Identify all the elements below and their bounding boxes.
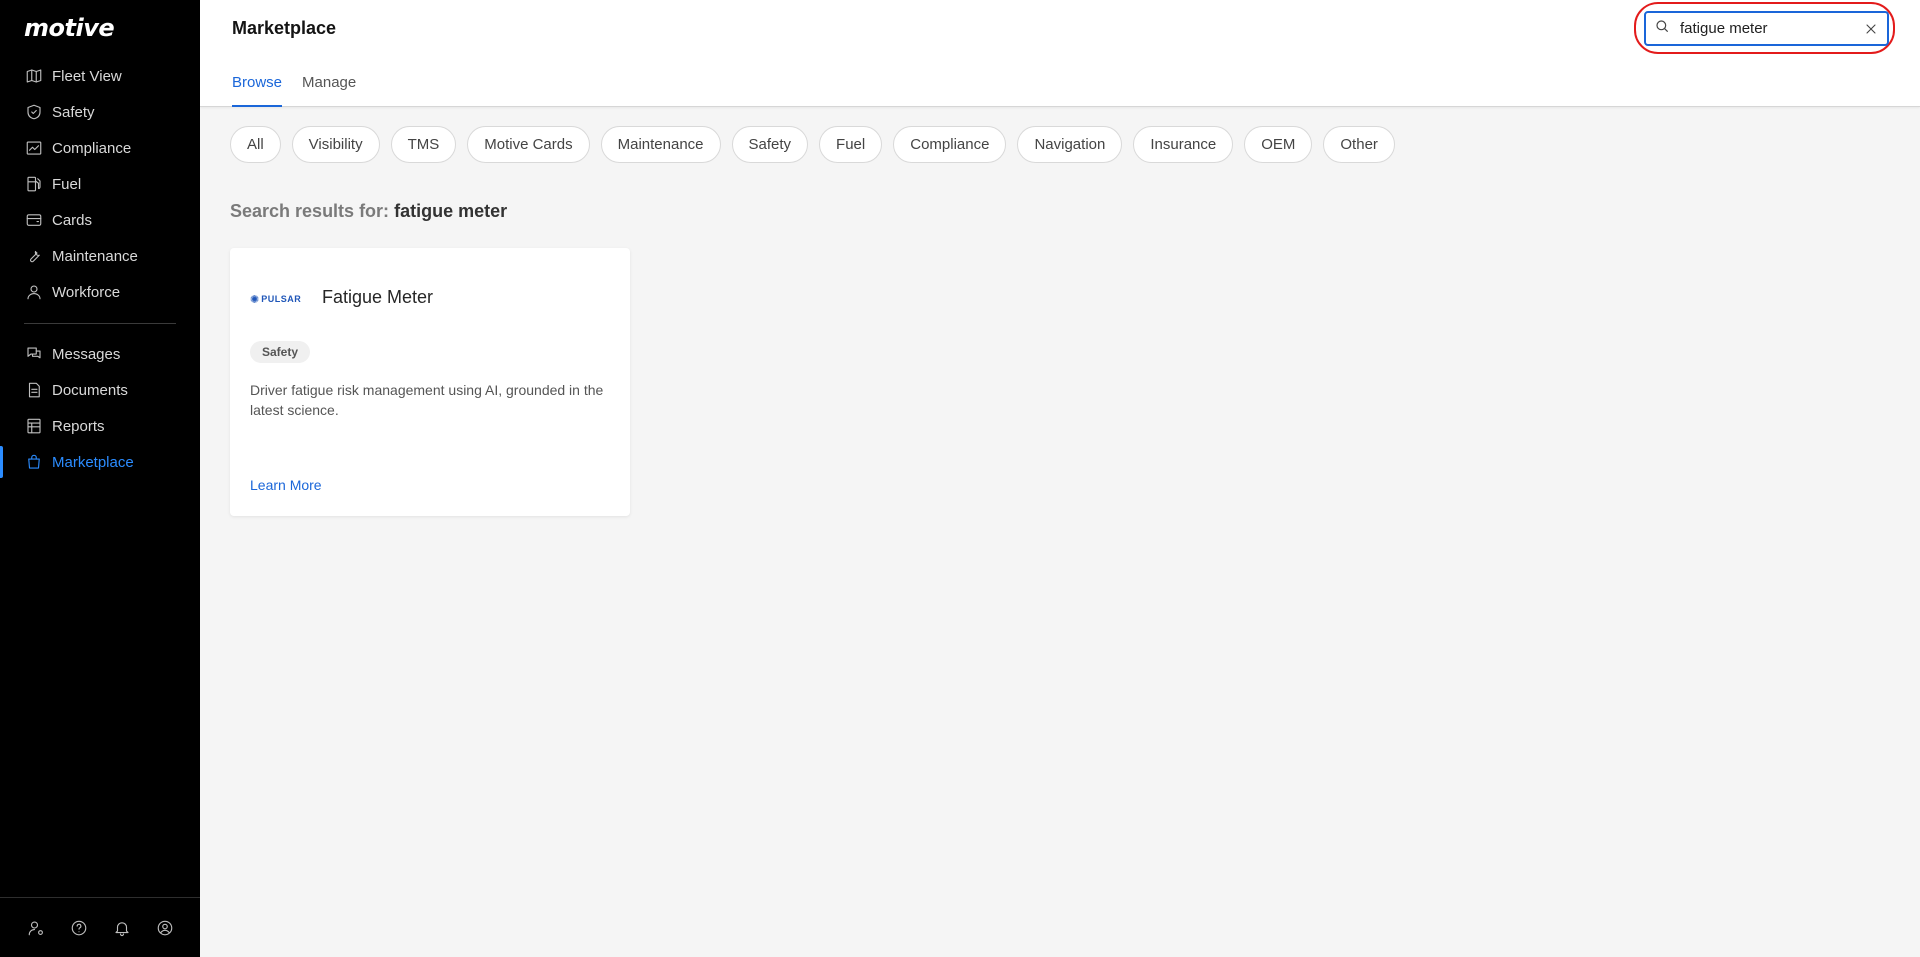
filter-chip-other[interactable]: Other [1323, 126, 1395, 163]
sidebar-item-workforce[interactable]: Workforce [0, 274, 200, 310]
fuel-pump-icon [24, 174, 44, 194]
account-icon[interactable] [153, 916, 177, 940]
tab-bar: Browse Manage [232, 70, 356, 107]
tab-manage[interactable]: Manage [302, 70, 356, 107]
sidebar: motive Fleet View Safety Compliance Fuel… [0, 0, 200, 957]
filter-chip-tms[interactable]: TMS [390, 126, 457, 163]
sidebar-item-label: Maintenance [52, 247, 138, 265]
wallet-icon [24, 210, 44, 230]
shopping-bag-icon [24, 452, 44, 472]
chat-icon [24, 344, 44, 364]
card-description: Driver fatigue risk management using AI,… [250, 382, 604, 418]
sparkle-icon: ✺ [250, 293, 260, 306]
search-icon [1654, 18, 1670, 39]
sidebar-item-marketplace[interactable]: Marketplace [0, 444, 200, 480]
shield-icon [24, 102, 44, 122]
document-icon [24, 380, 44, 400]
nav-divider [24, 323, 176, 324]
results-prefix: Search results for: [230, 201, 390, 221]
sidebar-item-cards[interactable]: Cards [0, 202, 200, 238]
card-logo-text: PULSAR [261, 294, 302, 304]
card-title: Fatigue Meter [322, 287, 434, 307]
chart-icon [24, 138, 44, 158]
sidebar-footer [0, 897, 200, 957]
sidebar-item-compliance[interactable]: Compliance [0, 130, 200, 166]
motive-logo[interactable]: motive [24, 14, 115, 42]
user-settings-icon[interactable] [24, 916, 48, 940]
secondary-nav: Messages Documents Reports Marketplace [0, 336, 200, 480]
learn-more-link[interactable]: Learn More [250, 477, 322, 493]
bell-icon[interactable] [110, 916, 134, 940]
clear-search-icon[interactable] [1863, 21, 1879, 37]
page-title: Marketplace [232, 18, 337, 38]
filter-chip-navigation[interactable]: Navigation [1017, 126, 1123, 163]
results-query: fatigue meter [394, 201, 508, 221]
map-icon [24, 66, 44, 86]
help-icon[interactable] [67, 916, 91, 940]
filter-chip-fuel[interactable]: Fuel [819, 126, 883, 163]
filter-chip-safety[interactable]: Safety [731, 126, 809, 163]
filter-chip-visibility[interactable]: Visibility [291, 126, 380, 163]
sidebar-item-label: Safety [52, 103, 95, 121]
table-icon [24, 416, 44, 436]
sidebar-item-fleet-view[interactable]: Fleet View [0, 58, 200, 94]
search-box[interactable] [1644, 11, 1889, 46]
filter-chip-all[interactable]: All [230, 126, 281, 163]
sidebar-item-messages[interactable]: Messages [0, 336, 200, 372]
app-card[interactable]: ✺ PULSAR Fatigue Meter Safety Driver fat… [230, 248, 630, 516]
sidebar-item-label: Compliance [52, 139, 132, 157]
primary-nav: Fleet View Safety Compliance Fuel Cards … [0, 58, 200, 310]
sidebar-item-label: Messages [52, 345, 121, 363]
category-badge: Safety [250, 341, 311, 363]
category-filters: All Visibility TMS Motive Cards Maintena… [230, 126, 1395, 163]
sidebar-item-documents[interactable]: Documents [0, 372, 200, 408]
person-icon [24, 282, 44, 302]
sidebar-item-maintenance[interactable]: Maintenance [0, 238, 200, 274]
sidebar-item-label: Fuel [52, 175, 82, 193]
sidebar-item-label: Fleet View [52, 67, 122, 85]
filter-chip-compliance[interactable]: Compliance [893, 126, 1007, 163]
tab-browse[interactable]: Browse [232, 70, 283, 107]
sidebar-item-label: Marketplace [52, 453, 134, 471]
wrench-icon [24, 246, 44, 266]
sidebar-item-safety[interactable]: Safety [0, 94, 200, 130]
sidebar-item-reports[interactable]: Reports [0, 408, 200, 444]
search-input[interactable] [1680, 20, 1850, 37]
sidebar-item-label: Cards [52, 211, 93, 229]
filter-chip-insurance[interactable]: Insurance [1133, 126, 1234, 163]
filter-chip-motive-cards[interactable]: Motive Cards [467, 126, 590, 163]
sidebar-item-label: Workforce [52, 283, 121, 301]
search-results-heading: Search results for: fatigue meter [230, 201, 507, 222]
sidebar-item-label: Documents [52, 381, 128, 399]
sidebar-item-label: Reports [52, 417, 105, 435]
filter-chip-oem[interactable]: OEM [1244, 126, 1313, 163]
logo-text: motive [24, 14, 115, 42]
filter-chip-maintenance[interactable]: Maintenance [600, 126, 721, 163]
pulsar-logo: ✺ PULSAR [250, 290, 308, 308]
sidebar-item-fuel[interactable]: Fuel [0, 166, 200, 202]
